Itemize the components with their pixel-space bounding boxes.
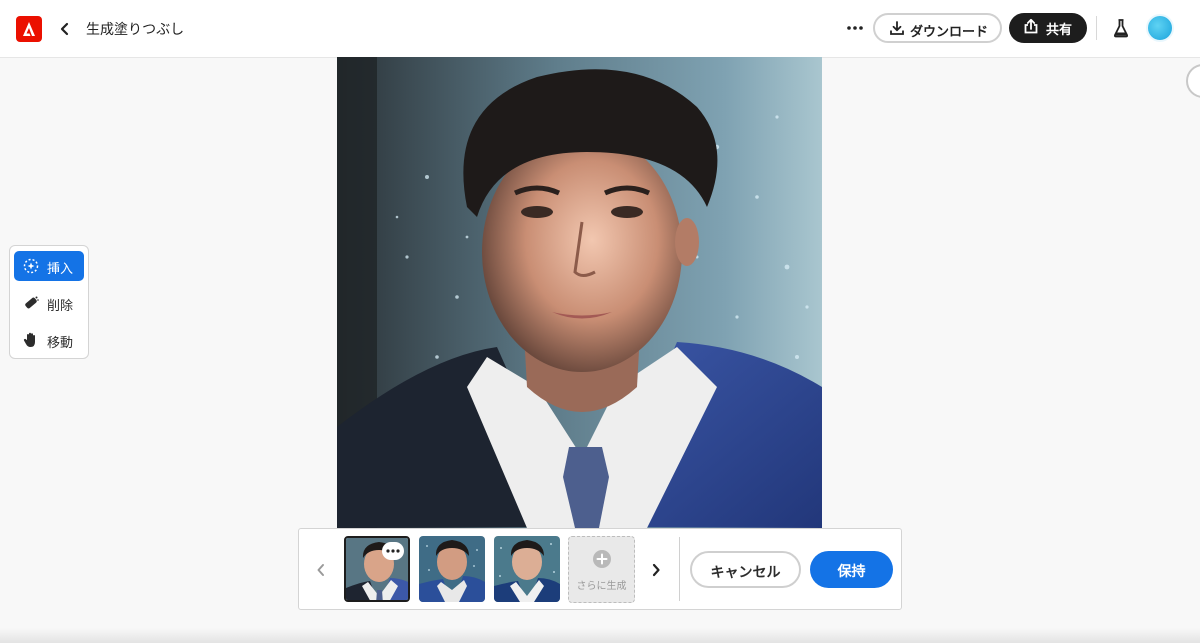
share-button[interactable]: 共有 <box>1009 13 1087 43</box>
header-divider <box>1096 16 1097 40</box>
thumbnail-more-icon[interactable] <box>382 542 404 560</box>
tool-remove[interactable]: 削除 <box>14 288 84 318</box>
plus-icon <box>593 550 611 568</box>
keep-button[interactable]: 保持 <box>810 551 893 588</box>
tool-insert[interactable]: 挿入 <box>14 251 84 281</box>
adobe-logo-icon[interactable] <box>16 16 42 42</box>
keep-label: 保持 <box>837 564 866 580</box>
download-button[interactable]: ダウンロード <box>873 13 1002 43</box>
variation-thumbnail-2[interactable] <box>419 536 485 602</box>
generate-more-button[interactable]: さらに生成 <box>568 536 635 603</box>
cancel-button[interactable]: キャンセル <box>690 551 801 588</box>
strip-divider <box>679 537 680 601</box>
back-chevron-icon[interactable] <box>56 18 74 40</box>
share-icon <box>1024 18 1038 34</box>
tool-move-label: 移動 <box>47 336 74 351</box>
variations-strip: さらに生成 キャンセル 保持 <box>298 528 902 610</box>
eraser-icon <box>25 296 39 309</box>
tool-insert-label: 挿入 <box>47 262 74 277</box>
app-header: 生成塗りつぶし ダウンロード 共有 <box>0 0 1200 58</box>
tool-panel: 挿入 削除 移動 <box>9 245 89 359</box>
insert-sparkle-icon <box>23 258 39 274</box>
page-title: 生成塗りつぶし <box>86 22 185 38</box>
canvas-image[interactable] <box>337 57 822 528</box>
generate-more-label: さらに生成 <box>576 581 627 592</box>
user-avatar[interactable] <box>1146 14 1174 42</box>
download-label: ダウンロード <box>910 25 989 40</box>
flask-icon[interactable] <box>1112 17 1130 39</box>
share-label: 共有 <box>1046 23 1073 38</box>
tool-remove-label: 削除 <box>47 299 74 314</box>
tool-move[interactable]: 移動 <box>14 325 84 355</box>
more-horizontal-icon[interactable] <box>845 18 865 38</box>
next-variation-chevron-icon[interactable] <box>650 561 662 579</box>
prev-variation-chevron-icon[interactable] <box>315 561 327 579</box>
hand-icon <box>23 332 35 347</box>
side-panel-toggle[interactable] <box>1186 64 1200 98</box>
variation-thumbnail-3[interactable] <box>494 536 560 602</box>
download-icon <box>890 21 904 35</box>
cancel-label: キャンセル <box>710 565 781 581</box>
bottom-edge <box>0 628 1200 643</box>
variation-thumbnail-1[interactable] <box>344 536 410 602</box>
